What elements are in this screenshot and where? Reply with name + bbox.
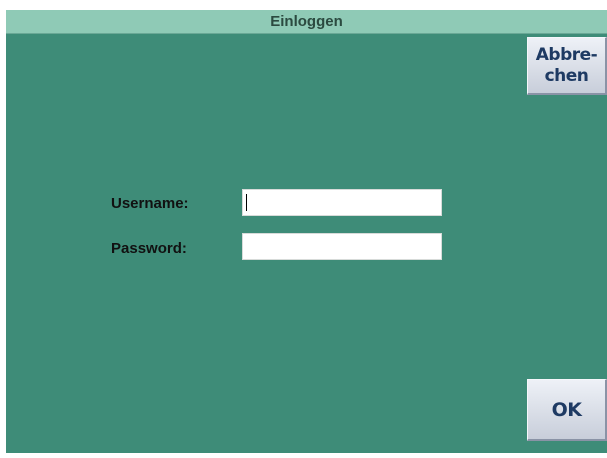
dialog-title: Einloggen bbox=[270, 13, 343, 30]
password-label: Password: bbox=[111, 240, 187, 257]
username-label: Username: bbox=[111, 195, 189, 212]
login-dialog: Einloggen Abbre- chen Username: Password… bbox=[6, 10, 607, 453]
cancel-button[interactable]: Abbre- chen bbox=[527, 37, 607, 95]
ok-button[interactable]: OK bbox=[527, 379, 607, 441]
username-input[interactable] bbox=[242, 189, 442, 216]
text-cursor bbox=[246, 194, 247, 211]
title-bar: Einloggen bbox=[6, 10, 607, 34]
password-input[interactable] bbox=[242, 233, 442, 260]
